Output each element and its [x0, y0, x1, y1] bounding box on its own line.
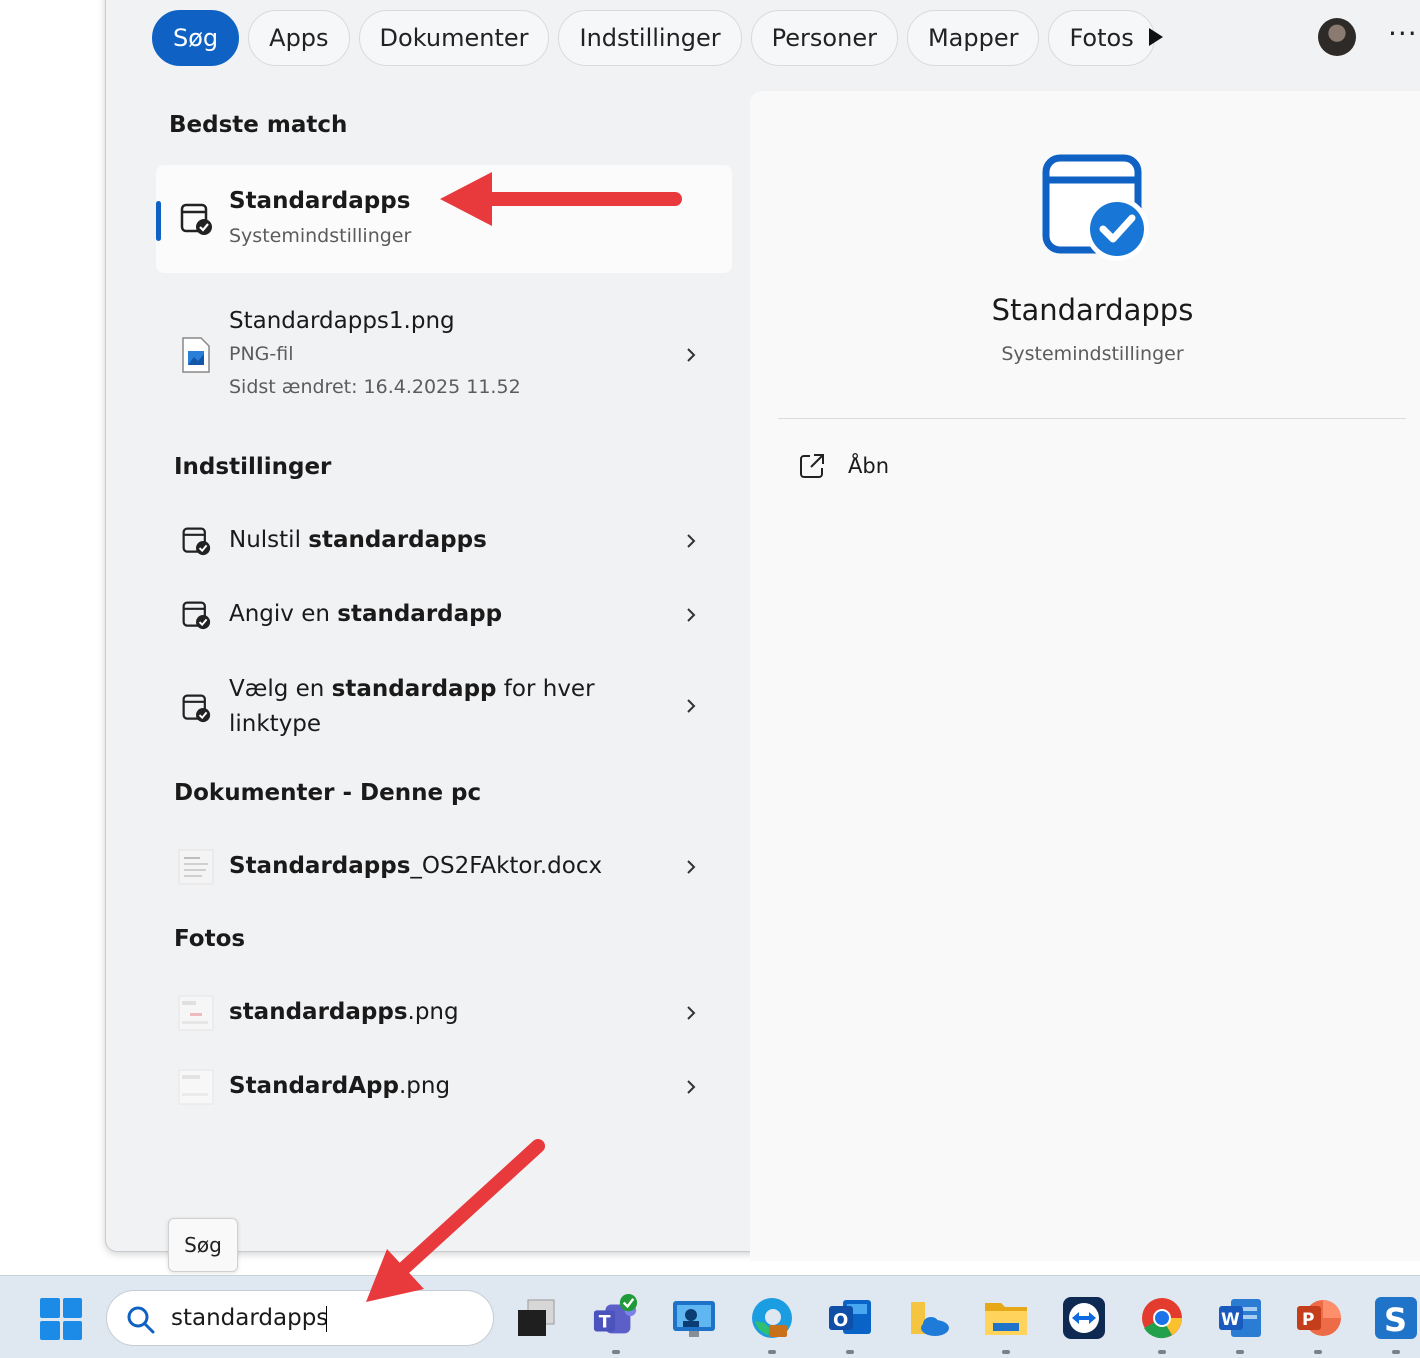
best-match-title: Standardapps	[229, 188, 411, 214]
preview-divider	[778, 418, 1406, 419]
taskbar-search-box[interactable]: standardapps	[106, 1290, 494, 1346]
section-settings: Indstillinger	[174, 454, 332, 480]
open-label: Åbn	[848, 454, 890, 478]
result-suffix: _OS2FAktor.docx	[410, 853, 603, 879]
tab-settings[interactable]: Indstillinger	[558, 10, 742, 66]
default-apps-large-icon	[1038, 150, 1154, 270]
result-suffix: for hver	[496, 676, 595, 702]
tab-folders[interactable]: Mapper	[906, 10, 1040, 66]
preview-title: Standardapps	[991, 293, 1194, 327]
task-view-icon[interactable]	[512, 1294, 560, 1342]
tab-documents[interactable]: Dokumenter	[358, 10, 550, 66]
search-tooltip: Søg	[168, 1218, 238, 1272]
running-indicator	[1236, 1350, 1244, 1354]
chevron-right-icon[interactable]	[684, 1006, 698, 1020]
svg-text:P: P	[1302, 1310, 1314, 1330]
running-indicator	[612, 1350, 620, 1354]
result-match: standardapp	[337, 601, 503, 627]
file-result-type: PNG-fil	[229, 343, 294, 365]
outlook-icon[interactable]: O	[826, 1294, 874, 1354]
search-icon	[127, 1306, 155, 1334]
edge-icon[interactable]	[748, 1294, 796, 1354]
taskbar: standardapps T O W P S	[0, 1275, 1420, 1358]
settings-result-set-default[interactable]: Angiv en standardapp	[156, 582, 732, 648]
default-apps-icon	[178, 690, 214, 726]
running-indicator	[846, 1350, 854, 1354]
search-query: standardapps	[171, 1305, 329, 1331]
result-prefix: Vælg en	[229, 676, 332, 702]
windows-start-icon[interactable]	[40, 1298, 82, 1340]
svg-text:O: O	[833, 1310, 848, 1331]
image-thumbnail-icon	[178, 1069, 214, 1105]
default-apps-icon	[178, 201, 214, 237]
result-match: standardapps	[229, 999, 408, 1025]
svg-text:S: S	[1384, 1301, 1407, 1339]
section-best-match: Bedste match	[169, 112, 348, 138]
tab-photos[interactable]: Fotos	[1048, 10, 1155, 66]
png-file-icon	[178, 337, 214, 373]
result-match: standardapps	[308, 527, 487, 553]
default-apps-icon	[178, 523, 214, 559]
result-prefix: Angiv en	[229, 601, 338, 627]
chevron-right-icon[interactable]	[684, 608, 698, 622]
photo-result-2[interactable]: StandardApp.png	[156, 1054, 732, 1120]
running-indicator	[768, 1350, 776, 1354]
running-indicator	[1002, 1350, 1010, 1354]
chrome-icon[interactable]	[1138, 1294, 1186, 1354]
file-result-title: Standardapps1.png	[229, 308, 455, 334]
running-indicator	[1392, 1350, 1400, 1354]
settings-result-reset[interactable]: Nulstil standardapps	[156, 508, 732, 574]
document-thumbnail-icon	[178, 849, 214, 885]
teams-icon[interactable]: T	[592, 1294, 640, 1354]
running-indicator	[1158, 1350, 1166, 1354]
svg-text:T: T	[599, 1313, 611, 1333]
word-icon[interactable]: W	[1216, 1294, 1264, 1354]
onedrive-folder-icon[interactable]	[904, 1294, 952, 1342]
image-thumbnail-icon	[178, 995, 214, 1031]
running-indicator	[1314, 1350, 1322, 1354]
result-line2: linktype	[229, 711, 322, 737]
chevron-right-icon[interactable]	[684, 348, 698, 362]
result-suffix: .png	[398, 1073, 451, 1099]
file-explorer-icon[interactable]	[982, 1294, 1030, 1354]
document-result[interactable]: Standardapps_OS2FAktor.docx	[156, 834, 732, 900]
best-match-subtitle: Systemindstillinger	[229, 225, 412, 247]
file-result-modified: Sidst ændret: 16.4.2025 11.52	[229, 376, 521, 398]
default-apps-icon	[178, 597, 214, 633]
tab-search[interactable]: Søg	[152, 10, 240, 66]
section-photos: Fotos	[174, 926, 246, 952]
result-match: Standardapps	[229, 853, 411, 879]
preview-subtitle: Systemindstillinger	[1001, 343, 1184, 365]
file-result-png[interactable]: Standardapps1.png PNG-fil Sidst ændret: …	[156, 300, 732, 410]
photo-result-1[interactable]: standardapps.png	[156, 980, 732, 1046]
best-match-item[interactable]: Standardapps Systemindstillinger	[156, 165, 732, 273]
desktop-background	[0, 0, 106, 1275]
result-prefix: Nulstil	[229, 527, 309, 553]
s-app-icon[interactable]: S	[1372, 1294, 1420, 1354]
teamviewer-icon[interactable]	[1060, 1294, 1108, 1342]
filter-tabs: Søg Apps Dokumenter Indstillinger Person…	[152, 9, 1155, 67]
open-action[interactable]: Åbn	[798, 452, 889, 480]
chevron-right-icon[interactable]	[684, 1080, 698, 1094]
chevron-right-icon[interactable]	[684, 534, 698, 548]
powerpoint-icon[interactable]: P	[1294, 1294, 1342, 1354]
result-suffix: .png	[407, 999, 459, 1025]
remote-desktop-icon[interactable]	[670, 1294, 718, 1342]
result-match: StandardApp	[229, 1073, 399, 1099]
avatar[interactable]	[1318, 18, 1356, 56]
result-match: standardapp	[331, 676, 497, 702]
chevron-right-icon[interactable]	[684, 699, 698, 713]
settings-result-per-link-type[interactable]: Vælg en standardapp for hver linktype	[156, 668, 732, 748]
more-options-icon[interactable]: ···	[1388, 17, 1418, 50]
open-external-icon	[800, 454, 824, 478]
selection-indicator	[156, 201, 161, 241]
section-documents: Dokumenter - Denne pc	[174, 780, 482, 806]
svg-text:W: W	[1221, 1310, 1240, 1330]
tab-people[interactable]: Personer	[750, 10, 898, 66]
text-caret	[326, 1305, 328, 1332]
chevron-right-icon[interactable]	[684, 860, 698, 874]
tab-apps[interactable]: Apps	[248, 10, 350, 66]
more-tabs-play-icon[interactable]	[1143, 22, 1169, 52]
